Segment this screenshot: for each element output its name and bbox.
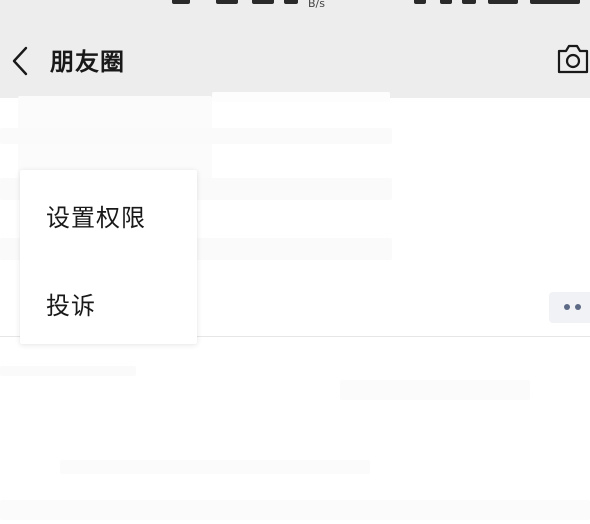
menu-item-label: 投诉 <box>46 292 96 320</box>
post-more-button[interactable] <box>549 292 590 323</box>
more-dots-icon-2 <box>575 304 581 310</box>
camera-button[interactable] <box>552 42 590 76</box>
status-bar: B/s <box>0 0 590 20</box>
vibrate-icon <box>440 0 452 4</box>
chevron-left-icon <box>12 46 28 76</box>
battery-icon <box>488 0 518 4</box>
ghost-line <box>212 92 390 102</box>
alarm-icon <box>414 0 426 4</box>
menu-item-set-permissions[interactable]: 设置权限 <box>20 184 197 244</box>
ghost-line <box>60 460 370 474</box>
signal-strength-icon <box>216 0 238 4</box>
location-icon <box>462 0 476 4</box>
more-dots-icon <box>564 304 570 310</box>
ghost-line <box>0 500 590 520</box>
popup-menu: 设置权限 投诉 <box>20 170 197 344</box>
moments-screen: B/s 朋友圈 设置权限 投诉 <box>0 0 590 524</box>
ghost-line <box>0 128 392 144</box>
network-speed-unit: B/s <box>308 0 325 10</box>
navigation-bar: 朋友圈 <box>0 20 590 98</box>
menu-item-label: 设置权限 <box>46 204 146 232</box>
back-button[interactable] <box>4 42 40 80</box>
wifi-icon <box>284 0 298 4</box>
camera-icon <box>557 44 589 74</box>
page-title: 朋友圈 <box>50 48 125 76</box>
ghost-line <box>340 380 530 400</box>
ghost-line <box>0 366 136 376</box>
sim-card-icon <box>172 0 190 4</box>
menu-item-report[interactable]: 投诉 <box>20 272 197 332</box>
clock-time <box>530 0 580 4</box>
signal-strength-icon-2 <box>252 0 274 4</box>
